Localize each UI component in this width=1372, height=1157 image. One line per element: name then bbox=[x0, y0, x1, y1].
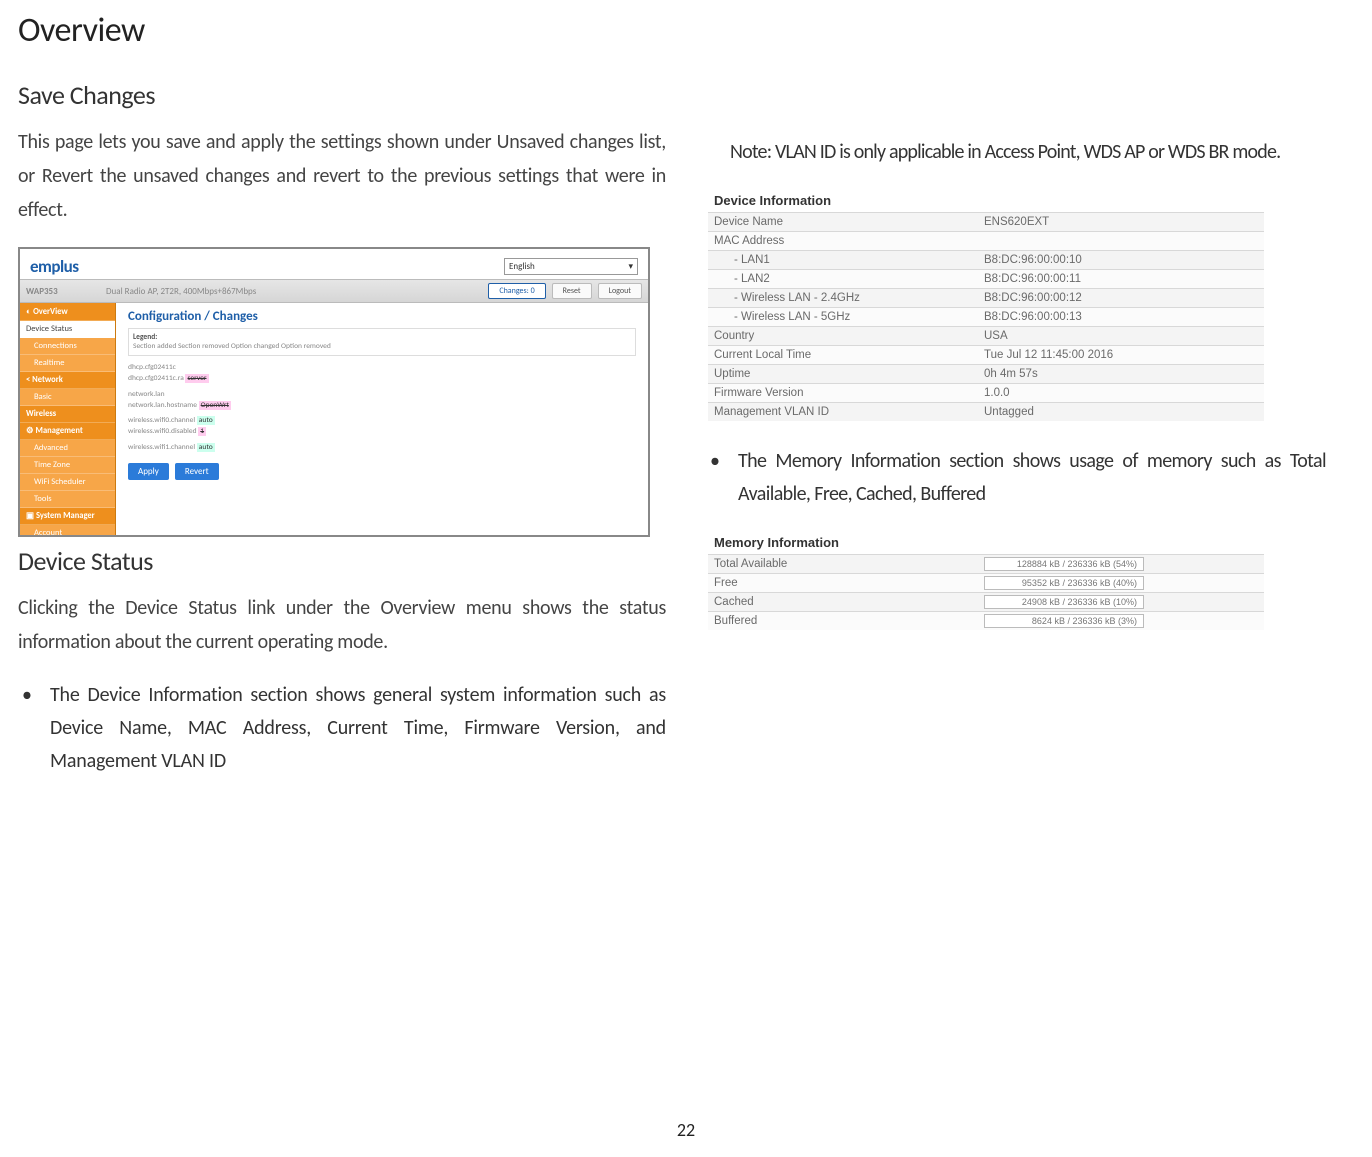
memory-info-title: Memory Information bbox=[708, 531, 1264, 554]
table-row: Total Available128884 kB / 236336 kB (54… bbox=[708, 554, 1264, 573]
device-information-screenshot: Device Information Device NameENS620EXT … bbox=[708, 189, 1264, 421]
table-row: CountryUSA bbox=[708, 326, 1264, 345]
table-row: Device NameENS620EXT bbox=[708, 212, 1264, 231]
page-title: Overview bbox=[18, 10, 1344, 51]
nav-connections[interactable]: Connections bbox=[20, 338, 115, 355]
table-row: Free95352 kB / 236336 kB (40%) bbox=[708, 573, 1264, 592]
config-main: Configuration / Changes Legend: Section … bbox=[116, 303, 648, 537]
right-column: Note: VLAN ID is only applicable in Acce… bbox=[706, 79, 1326, 778]
device-status-heading: Device Status bbox=[18, 545, 666, 577]
revert-button[interactable]: Revert bbox=[175, 463, 219, 480]
device-info-title: Device Information bbox=[708, 189, 1264, 212]
config-legend: Legend: Section added Section removed Op… bbox=[128, 328, 636, 356]
table-row: Uptime0h 4m 57s bbox=[708, 364, 1264, 383]
nav-overview[interactable]: ◐ OverView bbox=[20, 303, 115, 321]
bullet-icon: • bbox=[18, 679, 50, 778]
config-changes-screenshot: emplus English ▾ WAP353 Dual Radio AP, 2… bbox=[18, 247, 650, 537]
table-row: Buffered8624 kB / 236336 kB (3%) bbox=[708, 611, 1264, 630]
nav-wifi-scheduler[interactable]: WiFi Scheduler bbox=[20, 474, 115, 491]
device-status-body: Clicking the Device Status link under th… bbox=[18, 591, 666, 659]
table-row: - LAN2B8:DC:96:00:00:11 bbox=[708, 269, 1264, 288]
apply-button[interactable]: Apply bbox=[128, 463, 169, 480]
list-item: • The Memory Information section shows u… bbox=[706, 445, 1326, 511]
left-column: Save Changes This page lets you save and… bbox=[18, 79, 666, 778]
nav-basic[interactable]: Basic bbox=[20, 389, 115, 406]
nav-device-status[interactable]: Device Status bbox=[20, 321, 115, 338]
nav-realtime[interactable]: Realtime bbox=[20, 355, 115, 372]
memory-information-screenshot: Memory Information Total Available128884… bbox=[708, 531, 1264, 630]
nav-system-manager[interactable]: ▣ System Manager bbox=[20, 508, 115, 525]
logout-button[interactable]: Logout bbox=[598, 283, 642, 299]
change-entry: network.lan network.lan.hostname OpenWrt bbox=[128, 389, 636, 412]
list-item: • The Device Information section shows g… bbox=[18, 679, 666, 778]
table-row: Firmware Version1.0.0 bbox=[708, 383, 1264, 402]
nav-network[interactable]: < Network bbox=[20, 372, 115, 389]
language-select[interactable]: English ▾ bbox=[504, 258, 638, 275]
logo: emplus bbox=[30, 256, 79, 277]
bullet-text: The Device Information section shows gen… bbox=[50, 679, 666, 778]
bullet-text: The Memory Information section shows usa… bbox=[738, 445, 1326, 511]
sidebar-nav: ◐ OverView Device Status Connections Rea… bbox=[20, 303, 116, 537]
change-entry: dhcp.cfg02411c dhcp.cfg02411c.ra server bbox=[128, 362, 636, 385]
changes-button[interactable]: Changes: 0 bbox=[488, 283, 545, 299]
change-entry: wireless.wifi1.channel auto bbox=[128, 442, 636, 453]
nav-tools[interactable]: Tools bbox=[20, 491, 115, 508]
change-entry: wireless.wifi0.channel auto wireless.wif… bbox=[128, 415, 636, 438]
save-changes-heading: Save Changes bbox=[18, 79, 666, 111]
nav-management[interactable]: ⚙ Management bbox=[20, 423, 115, 440]
table-row: - LAN1B8:DC:96:00:00:10 bbox=[708, 250, 1264, 269]
model-label: WAP353 bbox=[26, 286, 106, 297]
table-row: Cached24908 kB / 236336 kB (10%) bbox=[708, 592, 1264, 611]
table-row: - Wireless LAN - 5GHzB8:DC:96:00:00:13 bbox=[708, 307, 1264, 326]
chevron-down-icon: ▾ bbox=[628, 261, 633, 272]
nav-account[interactable]: Account bbox=[20, 525, 115, 537]
table-row: MAC Address bbox=[708, 231, 1264, 250]
page-number: 22 bbox=[0, 1119, 1372, 1141]
table-row: - Wireless LAN - 2.4GHzB8:DC:96:00:00:12 bbox=[708, 288, 1264, 307]
nav-advanced[interactable]: Advanced bbox=[20, 440, 115, 457]
language-value: English bbox=[509, 261, 535, 272]
table-row: Current Local TimeTue Jul 12 11:45:00 20… bbox=[708, 345, 1264, 364]
reset-button[interactable]: Reset bbox=[552, 283, 592, 299]
save-changes-body: This page lets you save and apply the se… bbox=[18, 125, 666, 227]
nav-time-zone[interactable]: Time Zone bbox=[20, 457, 115, 474]
nav-wireless[interactable]: Wireless bbox=[20, 406, 115, 423]
memory-bullets: • The Memory Information section shows u… bbox=[706, 445, 1326, 511]
device-status-bullets: • The Device Information section shows g… bbox=[18, 679, 666, 778]
table-row: Management VLAN IDUntagged bbox=[708, 402, 1264, 421]
top-bar: WAP353 Dual Radio AP, 2T2R, 400Mbps+867M… bbox=[20, 279, 648, 303]
bullet-icon: • bbox=[706, 445, 738, 511]
vlan-note: Note: VLAN ID is only applicable in Acce… bbox=[706, 133, 1326, 171]
config-heading: Configuration / Changes bbox=[128, 309, 636, 324]
model-desc: Dual Radio AP, 2T2R, 400Mbps+867Mbps bbox=[106, 286, 482, 297]
